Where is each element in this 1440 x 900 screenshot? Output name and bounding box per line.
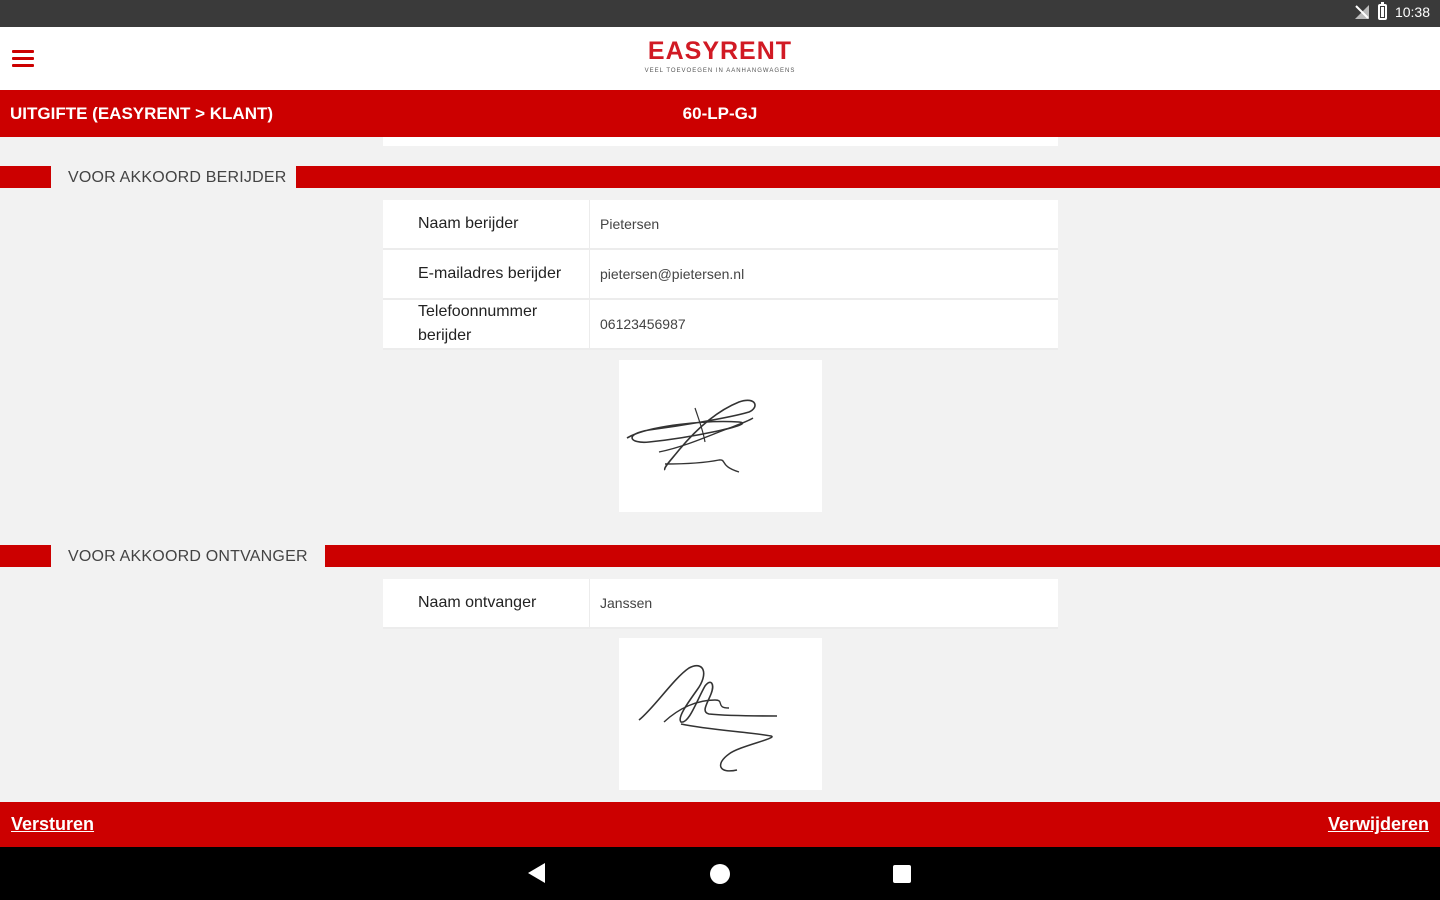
section-header-receiver: VOOR AKKOORD ONTVANGER: [0, 545, 1440, 567]
signature-drawing: [626, 399, 756, 473]
field-label: E-mailadres berijder: [383, 250, 590, 298]
driver-email-field[interactable]: pietersen@pietersen.nl: [590, 250, 1058, 298]
form-row: Naam ontvanger Janssen: [383, 579, 1058, 629]
recent-apps-icon[interactable]: [893, 865, 911, 883]
receiver-form: Naam ontvanger Janssen: [383, 579, 1058, 629]
field-label: Telefoonnummer berijder: [383, 300, 590, 348]
field-label: Naam berijder: [383, 200, 590, 248]
license-plate: 60-LP-GJ: [682, 104, 758, 123]
driver-name-field[interactable]: Pietersen: [590, 200, 1058, 248]
form-row: Telefoonnummer berijder 06123456987: [383, 300, 1058, 350]
receiver-name-field[interactable]: Janssen: [590, 579, 1058, 627]
title-bar: UITGIFTE (EASYRENT > KLANT) 60-LP-GJ: [0, 90, 1440, 137]
delete-button[interactable]: Verwijderen: [1328, 814, 1429, 835]
content-edge: [383, 137, 1058, 146]
status-time: 10:38: [1394, 4, 1430, 20]
section-bar-right: [325, 545, 1440, 567]
status-bar: 10:38: [0, 0, 1440, 27]
form-row: E-mailadres berijder pietersen@pietersen…: [383, 250, 1058, 300]
home-icon[interactable]: [710, 864, 730, 884]
driver-phone-field[interactable]: 06123456987: [590, 300, 1058, 348]
section-bar-right: [296, 166, 1440, 188]
send-button[interactable]: Versturen: [11, 814, 94, 835]
section-bar-left: [0, 545, 51, 567]
section-title-receiver: VOOR AKKOORD ONTVANGER: [68, 548, 308, 565]
hamburger-menu-icon[interactable]: [12, 50, 34, 68]
section-header-driver: VOOR AKKOORD BERIJDER: [0, 166, 1440, 188]
section-bar-left: [0, 166, 51, 188]
section-title-driver: VOOR AKKOORD BERIJDER: [68, 169, 287, 186]
bottom-action-bar: Versturen Verwijderen: [0, 802, 1440, 847]
no-signal-icon: [1354, 5, 1369, 19]
logo-brand: EASYRENT: [647, 37, 793, 65]
app-bar: EASYRENT veel toevoegen in aanhangwagens: [0, 27, 1440, 90]
android-nav-bar: [0, 847, 1440, 900]
page-title: UITGIFTE (EASYRENT > KLANT): [10, 104, 274, 123]
logo-tagline: veel toevoegen in aanhangwagens: [644, 68, 796, 74]
form-row: Naam berijder Pietersen: [383, 200, 1058, 250]
back-icon[interactable]: [528, 863, 545, 883]
battery-icon: [1377, 2, 1387, 20]
easyrent-logo: EASYRENT veel toevoegen in aanhangwagens: [620, 37, 820, 74]
receiver-signature[interactable]: [619, 638, 822, 790]
driver-signature[interactable]: [619, 360, 822, 512]
driver-form: Naam berijder Pietersen E-mailadres beri…: [383, 200, 1058, 350]
signature-drawing: [638, 665, 778, 772]
field-label: Naam ontvanger: [383, 579, 590, 627]
